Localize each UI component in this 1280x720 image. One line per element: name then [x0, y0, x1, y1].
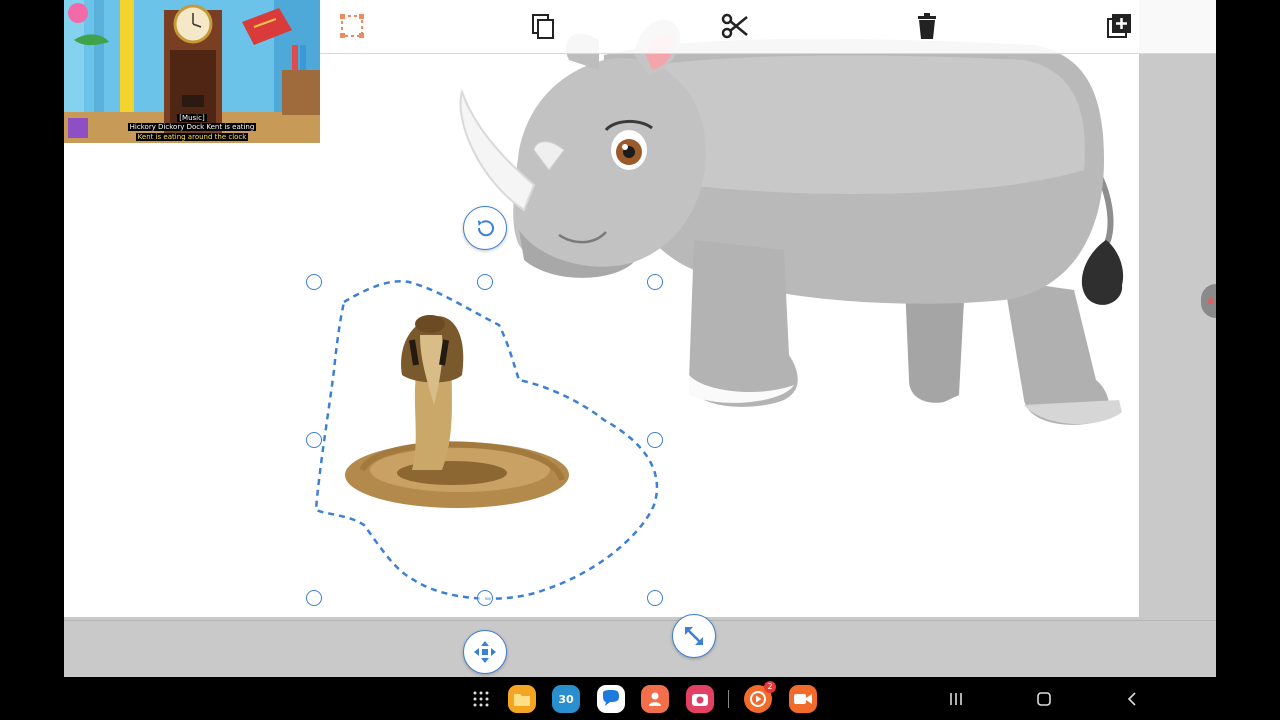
copy-icon: [532, 14, 554, 39]
rotate-button[interactable]: [463, 206, 507, 250]
person-icon: [649, 692, 661, 706]
video-recorder-app[interactable]: [789, 685, 817, 713]
caption-line-3: Kent is eating around the clock: [135, 133, 249, 141]
resize-handle-top-center[interactable]: [477, 274, 493, 290]
app-grid-icon: [473, 691, 489, 707]
folder-icon: [514, 694, 530, 706]
caption-line-1: [Music]: [177, 114, 207, 122]
resize-handle-middle-left[interactable]: [306, 432, 322, 448]
screen-recorder-app[interactable]: [686, 685, 714, 713]
resize-handle-top-left[interactable]: [306, 274, 322, 290]
cut-icon: [721, 13, 748, 39]
calendar-day: 30: [558, 692, 574, 706]
delete-icon: [918, 13, 936, 39]
messages-app[interactable]: [597, 685, 625, 713]
lasso-selection[interactable]: [304, 270, 674, 610]
back-button[interactable]: [1118, 685, 1146, 713]
rotate-icon: [477, 220, 494, 237]
scale-button[interactable]: [672, 614, 716, 658]
app-drawer-button[interactable]: [467, 685, 495, 713]
add-page-button[interactable]: [1101, 8, 1137, 44]
pip-video-player[interactable]: [Music] Hickory Dickory Dock Kent is eat…: [64, 0, 320, 143]
recents-icon: [950, 693, 962, 705]
lasso-select-button[interactable]: [334, 8, 370, 44]
cut-button[interactable]: [717, 8, 753, 44]
youtube-music-app[interactable]: 2: [744, 681, 776, 713]
lasso-select-icon: [340, 14, 364, 38]
resize-handle-top-right[interactable]: [647, 274, 663, 290]
notification-badge: 2: [764, 681, 776, 693]
delete-button[interactable]: [909, 8, 945, 44]
move-button[interactable]: [463, 630, 507, 674]
contacts-app[interactable]: [641, 685, 669, 713]
edge-panel-handle[interactable]: [1201, 284, 1216, 318]
copy-button[interactable]: [525, 8, 561, 44]
navigation-bar: [0, 677, 1280, 720]
resize-handle-middle-right[interactable]: [647, 432, 663, 448]
resize-handle-bottom-right[interactable]: [647, 590, 663, 606]
add-page-icon: [1107, 14, 1131, 38]
dock-separator: [728, 690, 729, 708]
my-files-app[interactable]: [508, 685, 536, 713]
resize-handle-bottom-left[interactable]: [306, 590, 322, 606]
canvas-boundary: [64, 620, 1216, 621]
device-screen: [Music] Hickory Dickory Dock Kent is eat…: [0, 0, 1280, 720]
back-icon: [1127, 692, 1136, 706]
home-icon: [1037, 692, 1051, 706]
camera-icon: [692, 694, 708, 706]
play-icon: [750, 691, 766, 707]
selection-toolbar: [320, 0, 1216, 54]
recents-button[interactable]: [942, 685, 970, 713]
diagonal-resize-icon: [685, 627, 703, 645]
video-camera-icon: [794, 694, 812, 704]
home-button[interactable]: [1030, 685, 1058, 713]
chat-bubble-icon: [603, 690, 619, 706]
caption-line-2: Hickory Dickory Dock Kent is eating: [127, 123, 257, 131]
resize-handle-bottom-center[interactable]: [477, 590, 493, 606]
calendar-app[interactable]: 30: [552, 685, 580, 713]
move-icon: [474, 641, 496, 663]
